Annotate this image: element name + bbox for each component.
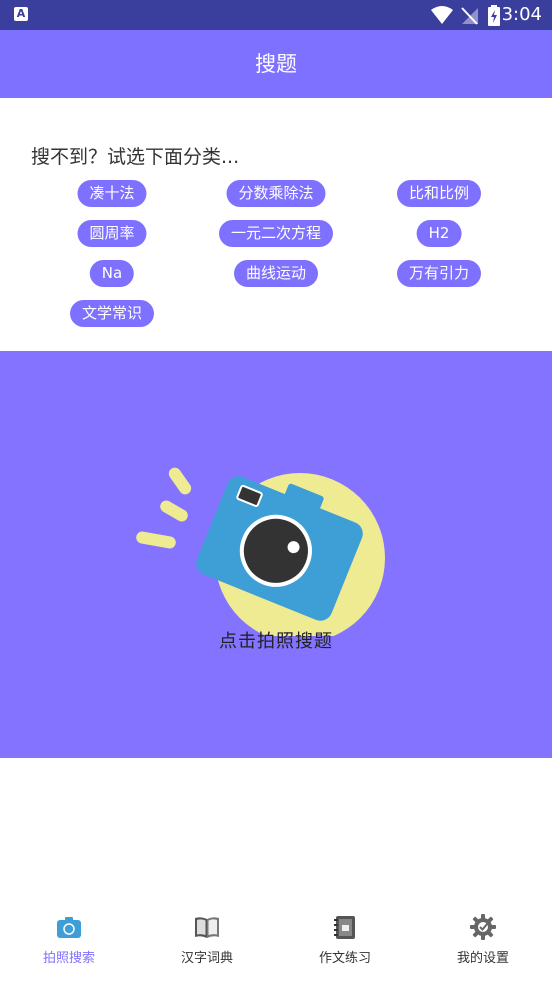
nav-label: 作文练习 (318, 951, 371, 966)
photo-search-label[interactable]: 点击拍照搜题 (0, 627, 552, 653)
wifi-icon (431, 6, 453, 24)
category-tag[interactable]: 分数乘除法 (226, 180, 326, 207)
category-tag[interactable]: 一元二次方程 (218, 220, 334, 247)
clock: 3:04 (501, 4, 542, 25)
page-title: 搜题 (255, 52, 297, 76)
nav-item-essay-practice[interactable]: 作文练习 (276, 913, 414, 966)
battery-charging-icon (488, 5, 500, 26)
notebook-icon (334, 916, 355, 939)
photo-search-panel[interactable]: 点击拍照搜题 (0, 351, 552, 758)
nav-label: 拍照搜索 (42, 951, 95, 966)
category-section: 搜不到？试选下面分类... 凑十法 分数乘除法 比和比例 圆周率 一元二次方程 … (0, 98, 552, 351)
category-hint: 搜不到？试选下面分类... (31, 146, 240, 168)
category-tag[interactable]: H2 (416, 220, 462, 247)
nav-item-my-settings[interactable]: 我的设置 (414, 913, 552, 966)
app-bar: 搜题 (0, 30, 552, 98)
category-tag[interactable]: Na (89, 260, 135, 287)
category-tag[interactable]: 圆周率 (77, 220, 147, 247)
nav-label: 汉字词典 (180, 951, 233, 966)
camera-icon (57, 917, 81, 938)
app-notification-icon: A (14, 7, 28, 21)
category-tag[interactable]: 文学常识 (69, 300, 155, 327)
category-tag[interactable]: 曲线运动 (233, 260, 319, 287)
book-icon (195, 917, 219, 938)
category-tag[interactable]: 比和比例 (396, 180, 482, 207)
nav-item-dictionary[interactable]: 汉字词典 (138, 913, 276, 966)
status-bar: A 3:04 (0, 0, 552, 30)
gear-icon (470, 914, 496, 940)
bottom-nav: 拍照搜索 汉字词典 作文练习 我的设置 (0, 905, 552, 981)
category-tag[interactable]: 万有引力 (396, 260, 482, 287)
signal-off-icon (461, 7, 478, 25)
nav-item-photo-search[interactable]: 拍照搜索 (0, 913, 138, 966)
nav-label: 我的设置 (456, 951, 509, 966)
category-tag[interactable]: 凑十法 (77, 180, 147, 207)
camera-illustration-icon[interactable] (130, 456, 400, 636)
